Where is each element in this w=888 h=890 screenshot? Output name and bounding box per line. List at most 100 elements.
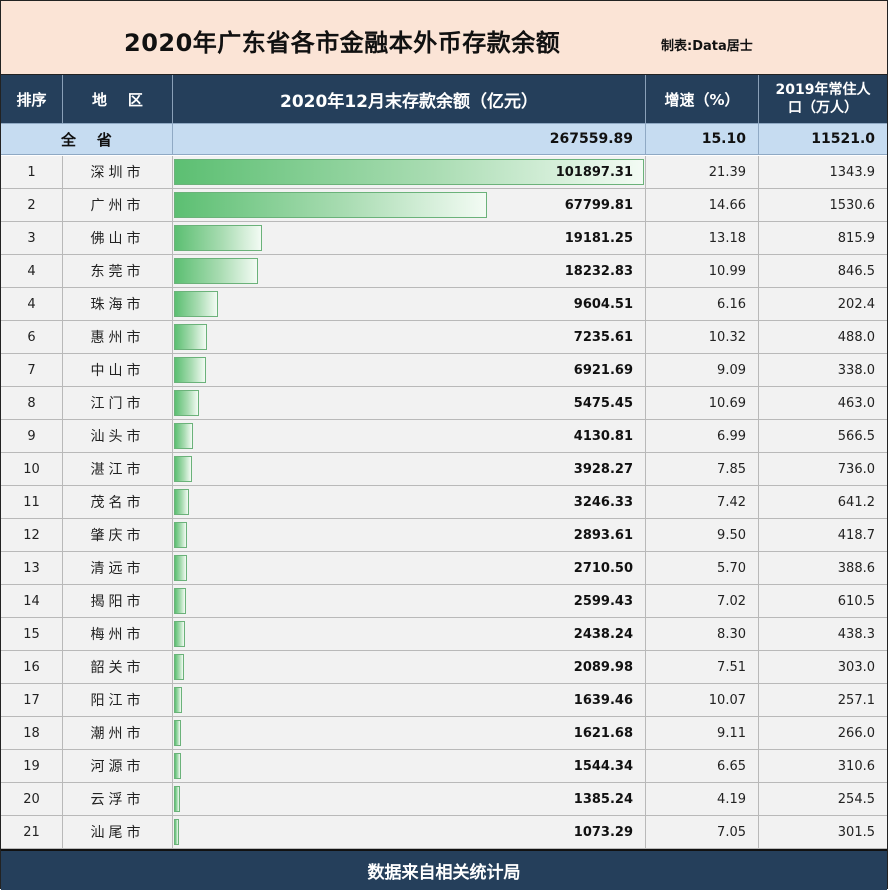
total-row: 全 省 267559.89 15.10 11521.0 bbox=[1, 123, 887, 155]
table-row: 20 云浮市 1385.24 4.19 254.5 bbox=[1, 783, 887, 816]
row-balance-cell: 9604.51 bbox=[173, 288, 646, 320]
row-balance-cell: 4130.81 bbox=[173, 420, 646, 452]
row-balance: 2710.50 bbox=[573, 560, 633, 576]
row-region: 汕头市 bbox=[63, 420, 173, 452]
row-growth: 9.09 bbox=[646, 354, 759, 386]
row-balance: 2089.98 bbox=[573, 659, 633, 675]
row-region: 潮州市 bbox=[63, 717, 173, 749]
balance-bar bbox=[174, 786, 181, 812]
balance-bar bbox=[174, 720, 182, 746]
row-growth: 9.11 bbox=[646, 717, 759, 749]
row-growth: 21.39 bbox=[646, 156, 759, 188]
table-row: 4 东莞市 18232.83 10.99 846.5 bbox=[1, 255, 887, 288]
balance-bar bbox=[174, 654, 184, 680]
row-balance-cell: 7235.61 bbox=[173, 321, 646, 353]
balance-bar bbox=[174, 489, 189, 515]
row-rank: 16 bbox=[1, 651, 63, 683]
header-rank: 排序 bbox=[1, 75, 63, 123]
row-balance: 3928.27 bbox=[573, 461, 633, 477]
table-row: 16 韶关市 2089.98 7.51 303.0 bbox=[1, 651, 887, 684]
row-population: 815.9 bbox=[837, 230, 875, 246]
balance-bar bbox=[174, 555, 187, 581]
total-growth: 15.10 bbox=[646, 124, 759, 154]
row-region: 广州市 bbox=[63, 189, 173, 221]
balance-bar bbox=[174, 588, 186, 614]
row-rank: 15 bbox=[1, 618, 63, 650]
total-balance: 267559.89 bbox=[173, 124, 646, 154]
row-region: 梅州市 bbox=[63, 618, 173, 650]
table-row: 9 汕头市 4130.81 6.99 566.5 bbox=[1, 420, 887, 453]
row-growth: 14.66 bbox=[646, 189, 759, 221]
row-balance-cell: 2710.50 bbox=[173, 552, 646, 584]
row-balance-cell: 101897.31 bbox=[173, 156, 646, 188]
row-rank: 14 bbox=[1, 585, 63, 617]
table-row: 7 中山市 6921.69 9.09 338.0 bbox=[1, 354, 887, 387]
row-population: 388.6 bbox=[837, 560, 875, 576]
row-growth: 4.19 bbox=[646, 783, 759, 815]
row-region: 中山市 bbox=[63, 354, 173, 386]
row-region: 东莞市 bbox=[63, 255, 173, 287]
row-growth: 9.50 bbox=[646, 519, 759, 551]
table-row: 1 深圳市 101897.31 21.39 1343.9 bbox=[1, 156, 887, 189]
table-row: 3 佛山市 19181.25 13.18 815.9 bbox=[1, 222, 887, 255]
table-row: 4 珠海市 9604.51 6.16 202.4 bbox=[1, 288, 887, 321]
header-population-line1: 2019年常住人 bbox=[775, 82, 871, 98]
header-region: 地 区 bbox=[63, 75, 173, 123]
row-rank: 6 bbox=[1, 321, 63, 353]
row-balance: 18232.83 bbox=[564, 263, 633, 279]
row-growth: 10.99 bbox=[646, 255, 759, 287]
page-title: 2020年广东省各市金融本外币存款余额 bbox=[124, 29, 561, 57]
row-region: 肇庆市 bbox=[63, 519, 173, 551]
data-table-sheet: 2020年广东省各市金融本外币存款余额 制表:Data居士 排序 地 区 202… bbox=[0, 0, 888, 890]
row-region: 河源市 bbox=[63, 750, 173, 782]
row-population: 301.5 bbox=[837, 824, 875, 840]
row-region: 佛山市 bbox=[63, 222, 173, 254]
row-rank: 17 bbox=[1, 684, 63, 716]
row-rank: 4 bbox=[1, 255, 63, 287]
row-population: 310.6 bbox=[837, 758, 875, 774]
row-population: 303.0 bbox=[837, 659, 875, 675]
row-rank: 13 bbox=[1, 552, 63, 584]
balance-bar bbox=[174, 522, 188, 548]
row-balance: 2893.61 bbox=[573, 527, 633, 543]
row-population: 488.0 bbox=[837, 329, 875, 345]
row-balance-cell: 1621.68 bbox=[173, 717, 646, 749]
footer-source: 数据来自相关统计局 bbox=[1, 849, 887, 890]
row-balance-cell: 2599.43 bbox=[173, 585, 646, 617]
row-region: 惠州市 bbox=[63, 321, 173, 353]
row-rank: 10 bbox=[1, 453, 63, 485]
balance-bar bbox=[174, 324, 208, 350]
row-growth: 7.42 bbox=[646, 486, 759, 518]
row-balance: 1544.34 bbox=[573, 758, 633, 774]
row-balance-cell: 1639.46 bbox=[173, 684, 646, 716]
row-population: 1530.6 bbox=[829, 197, 876, 213]
table-row: 6 惠州市 7235.61 10.32 488.0 bbox=[1, 321, 887, 354]
header-balance: 2020年12月末存款余额（亿元） bbox=[173, 75, 646, 123]
row-region: 江门市 bbox=[63, 387, 173, 419]
balance-bar bbox=[174, 192, 487, 218]
header-growth: 增速（%） bbox=[646, 75, 759, 123]
row-rank: 7 bbox=[1, 354, 63, 386]
row-growth: 6.99 bbox=[646, 420, 759, 452]
row-rank: 12 bbox=[1, 519, 63, 551]
row-growth: 13.18 bbox=[646, 222, 759, 254]
row-balance: 9604.51 bbox=[573, 296, 633, 312]
row-balance-cell: 5475.45 bbox=[173, 387, 646, 419]
row-region: 湛江市 bbox=[63, 453, 173, 485]
row-population: 266.0 bbox=[837, 725, 875, 741]
row-balance-cell: 2893.61 bbox=[173, 519, 646, 551]
title-bar: 2020年广东省各市金融本外币存款余额 制表:Data居士 bbox=[1, 1, 887, 75]
table-header: 排序 地 区 2020年12月末存款余额（亿元） 增速（%） 2019年常住人 … bbox=[1, 75, 887, 123]
row-region: 茂名市 bbox=[63, 486, 173, 518]
row-balance-cell: 1544.34 bbox=[173, 750, 646, 782]
row-balance-cell: 3928.27 bbox=[173, 453, 646, 485]
total-population: 11521.0 bbox=[811, 131, 875, 147]
row-balance-cell: 2438.24 bbox=[173, 618, 646, 650]
row-growth: 8.30 bbox=[646, 618, 759, 650]
row-rank: 3 bbox=[1, 222, 63, 254]
row-population: 736.0 bbox=[837, 461, 875, 477]
balance-bar bbox=[174, 291, 219, 317]
row-balance: 1073.29 bbox=[573, 824, 633, 840]
table-row: 21 汕尾市 1073.29 7.05 301.5 bbox=[1, 816, 887, 849]
row-balance-cell: 1073.29 bbox=[173, 816, 646, 848]
